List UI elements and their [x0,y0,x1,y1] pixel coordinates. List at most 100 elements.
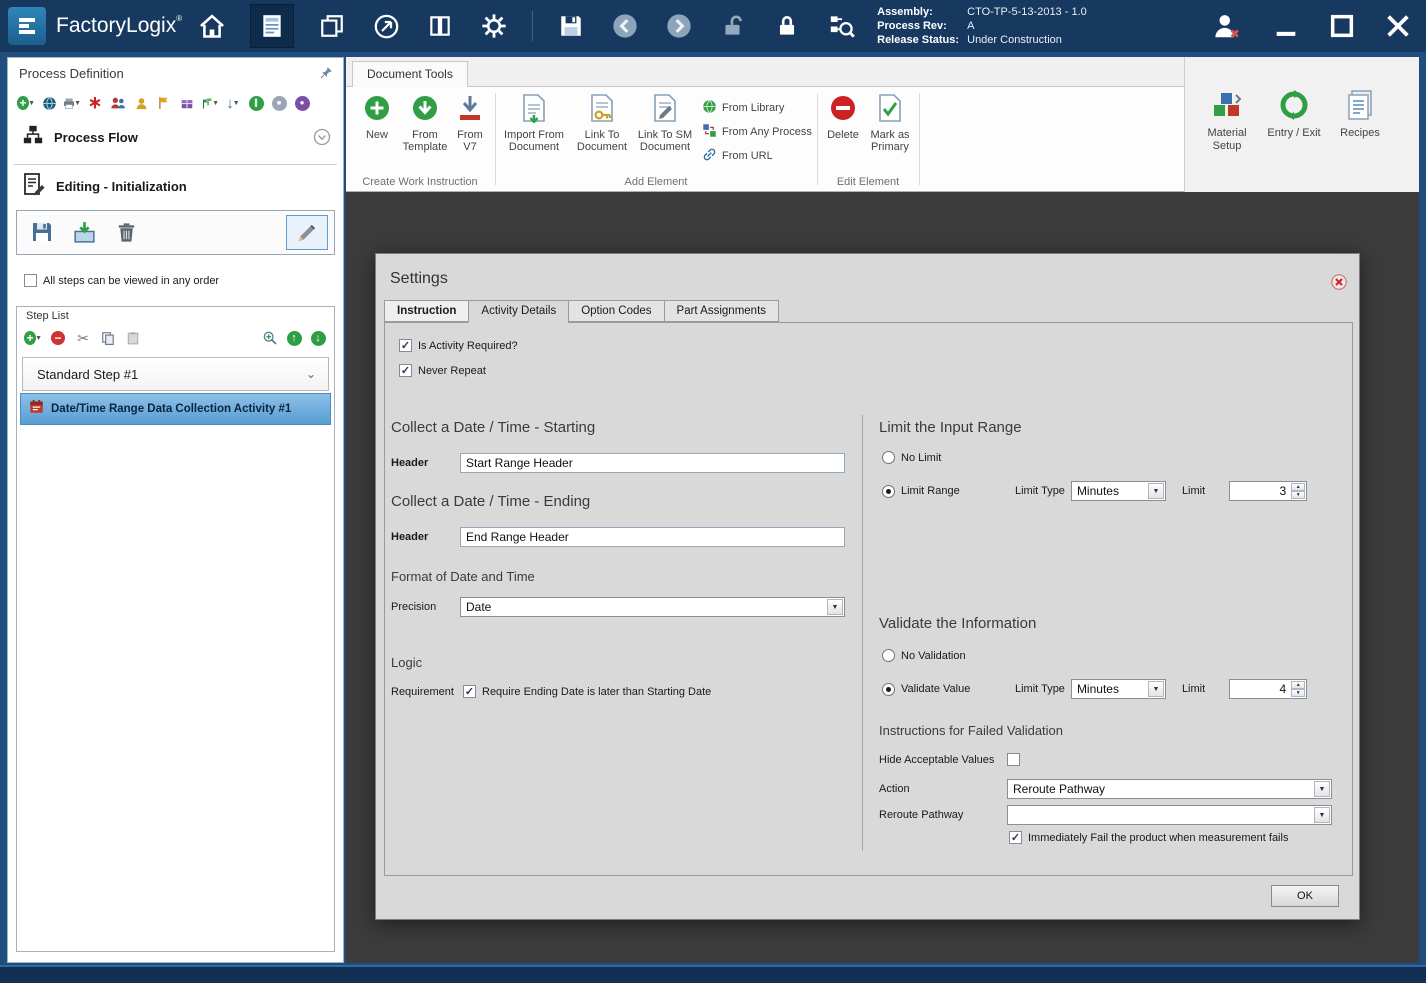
step-expand-chevron-icon[interactable]: ⌄ [306,367,316,381]
no-validation-radio[interactable] [882,649,895,662]
move-step-down-icon[interactable]: ↓ [309,329,327,347]
precision-dropdown[interactable]: Date ▼ [460,597,845,617]
collapse-chevron-icon[interactable] [313,128,331,151]
save-step-button[interactable] [27,217,57,247]
flag-icon[interactable] [155,94,173,112]
from-v7-button[interactable]: From V7 [450,93,490,153]
package-icon[interactable] [178,94,196,112]
dropdown-arrow-icon[interactable]: ▼ [1147,681,1164,697]
spinner-arrows-icon[interactable]: ▲ ▼ [1291,681,1306,697]
release-search-button[interactable] [825,10,857,42]
tab-part-assignments[interactable]: Part Assignments [663,300,780,322]
immediately-fail-row[interactable]: ✓ Immediately Fail the product when meas… [1009,831,1288,844]
action-dropdown[interactable]: Reroute Pathway ▼ [1007,779,1332,799]
minimize-button[interactable] [1268,8,1304,44]
entry-exit-button[interactable]: Entry / Exit [1261,89,1327,140]
no-limit-row[interactable]: No Limit [882,451,941,464]
link-to-document-button[interactable]: Link To Document [574,93,630,153]
stop-icon[interactable]: ■ [270,94,288,112]
process-stack-button[interactable] [316,10,348,42]
settings-gear-button[interactable] [478,10,510,42]
from-any-process-button[interactable]: From Any Process [702,123,812,141]
tab-activity-details[interactable]: Activity Details [468,300,569,323]
never-repeat-checkbox[interactable]: ✓ [399,364,412,377]
hide-acceptable-checkbox[interactable] [1007,753,1020,766]
validate-limit-spinner[interactable]: 4 ▲ ▼ [1229,679,1308,699]
user-role-icon[interactable] [132,94,150,112]
limit-spinner[interactable]: 3 ▲ ▼ [1229,481,1308,501]
close-button[interactable] [1380,8,1416,44]
mark-as-primary-button[interactable]: Mark as Primary [864,93,916,153]
pin-icon[interactable] [320,66,333,84]
activity-row-selected[interactable]: Date/Time Range Data Collection Activity… [20,393,331,425]
record-icon[interactable]: ● [293,94,311,112]
print-icon[interactable]: ▼ [63,94,81,112]
any-order-row[interactable]: All steps can be viewed in any order [24,274,219,287]
recipes-button[interactable]: Recipes [1327,89,1393,140]
limit-type-dropdown[interactable]: Minutes ▼ [1070,481,1166,501]
navigate-button[interactable] [370,10,402,42]
dropdown-arrow-icon[interactable]: ▼ [827,599,843,615]
find-step-icon[interactable] [261,329,279,347]
add-step-icon[interactable]: + ▼ [24,329,42,347]
from-url-button[interactable]: From URL [702,147,773,165]
paste-icon[interactable] [124,329,142,347]
any-order-checkbox[interactable] [24,274,37,287]
milestone-flags-icon[interactable]: ▼ [201,94,219,112]
delete-element-button[interactable]: Delete [823,93,863,141]
validate-limit-type-dropdown[interactable]: Minutes ▼ [1070,679,1166,699]
unlock-button[interactable] [717,10,749,42]
step-row[interactable]: Standard Step #1 ⌄ [22,357,329,391]
limit-range-radio[interactable] [882,484,895,498]
new-button[interactable]: New [358,93,396,141]
requirement-checkbox[interactable]: ✓ [463,685,476,698]
no-limit-radio[interactable] [882,451,895,464]
delete-step-trash-button[interactable] [111,217,141,247]
start-header-input[interactable]: Start Range Header [460,453,845,473]
immediately-fail-checkbox[interactable]: ✓ [1009,831,1022,844]
maximize-button[interactable] [1324,8,1360,44]
no-validation-row[interactable]: No Validation [882,649,966,662]
tab-option-codes[interactable]: Option Codes [568,300,664,322]
home-button[interactable] [196,10,228,42]
logout-user-button[interactable] [1210,10,1242,42]
work-instructions-button[interactable] [250,4,295,48]
import-from-document-button[interactable]: Import From Document [501,93,567,153]
remove-step-icon[interactable]: − [49,329,67,347]
forward-button[interactable] [663,10,695,42]
from-library-button[interactable]: From Library [702,99,784,117]
lock-button[interactable] [771,10,803,42]
never-repeat-row[interactable]: ✓ Never Repeat [399,364,486,377]
from-template-button[interactable]: From Template [400,93,450,153]
dropdown-arrow-icon[interactable]: ▼ [1314,807,1330,823]
import-template-button[interactable] [69,217,99,247]
tab-document-tools[interactable]: Document Tools [352,61,468,87]
edit-work-instructions-button[interactable] [286,215,328,250]
documents-button[interactable] [424,10,456,42]
is-activity-required-checkbox[interactable]: ✓ [399,339,412,352]
required-icon[interactable]: ∗ [86,93,104,112]
ok-button[interactable]: OK [1271,885,1339,907]
move-step-up-icon[interactable]: ↑ [285,329,303,347]
link-to-sm-document-button[interactable]: Link To SM Document [634,93,696,153]
validate-value-radio[interactable] [882,682,895,696]
dialog-close-icon[interactable] [1331,274,1347,295]
import-process-icon[interactable]: ↓ ▼ [224,94,242,112]
save-button[interactable] [555,10,587,42]
pause-icon[interactable]: ∥ [247,94,265,112]
end-header-input[interactable]: End Range Header [460,527,845,547]
cut-icon[interactable]: ✂ [74,329,92,347]
users-icon[interactable] [109,94,127,112]
reroute-dropdown[interactable]: ▼ [1007,805,1332,825]
dropdown-arrow-icon[interactable]: ▼ [1314,781,1330,797]
back-button[interactable] [609,10,641,42]
process-flow-header[interactable]: Process Flow [22,124,138,151]
spinner-arrows-icon[interactable]: ▲ ▼ [1291,483,1306,499]
material-setup-button[interactable]: Material Setup [1194,89,1260,153]
tab-instruction[interactable]: Instruction [384,300,469,322]
add-process-icon[interactable]: + ▼ [17,94,35,112]
globe-icon[interactable] [40,94,58,112]
is-activity-required-row[interactable]: ✓ Is Activity Required? [399,339,518,352]
copy-icon[interactable] [99,329,117,347]
dropdown-arrow-icon[interactable]: ▼ [1147,483,1164,499]
